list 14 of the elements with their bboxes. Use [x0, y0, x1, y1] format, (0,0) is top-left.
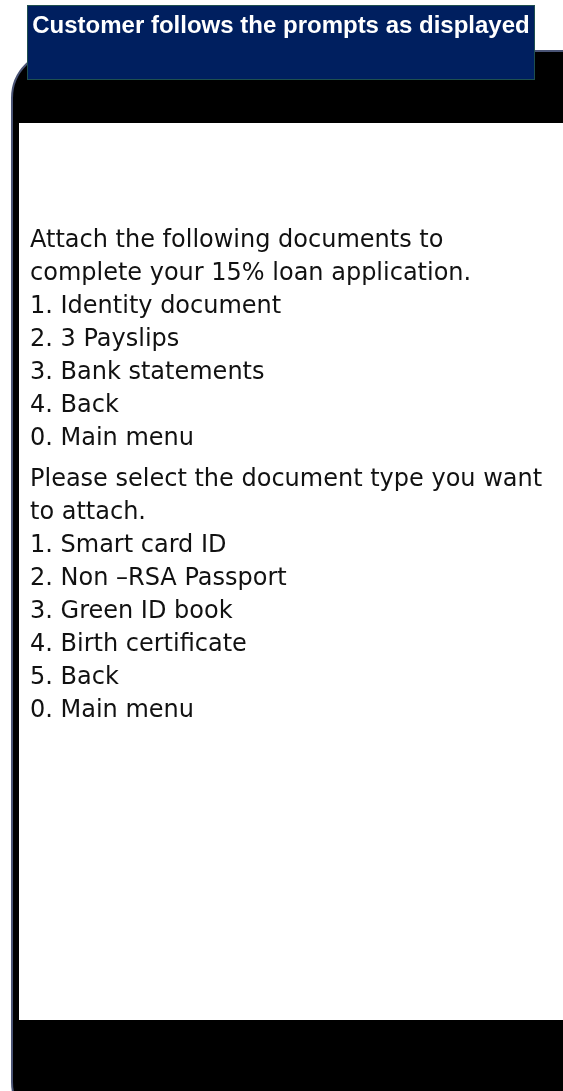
menu-option: 1. Smart card ID: [30, 528, 563, 561]
menu-option: 2. Non –RSA Passport: [30, 561, 563, 594]
menu-option: 4. Birth certificate: [30, 627, 563, 660]
menu-option: 3. Green ID book: [30, 594, 563, 627]
menu-option: 2. 3 Payslips: [30, 322, 563, 355]
menu-option: 3. Bank statements: [30, 355, 563, 388]
prompt-text: Please select the document type you want to attach.: [30, 463, 544, 527]
menu-option: 4. Back: [30, 388, 563, 421]
caption-banner: Customer follows the prompts as displayed: [27, 5, 535, 80]
menu-option: 0. Main menu: [30, 693, 563, 726]
menu-option: 5. Back: [30, 660, 563, 693]
menu-option: 0. Main menu: [30, 421, 563, 454]
menu-option: 1. Identity document: [30, 289, 563, 322]
prompt-text: Attach the following documents to complete your 15% loan application.: [30, 224, 473, 288]
